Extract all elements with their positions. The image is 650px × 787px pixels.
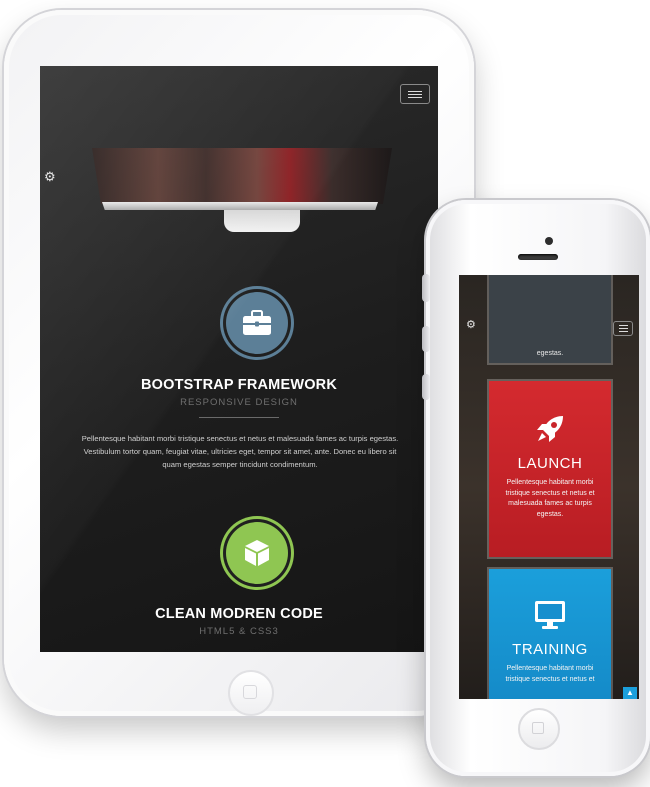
feature-subtitle: RESPONSIVE DESIGN (180, 397, 298, 408)
hero-monitor-image (92, 148, 392, 204)
divider (199, 417, 279, 418)
monitor-stand (224, 210, 300, 232)
mute-switch (422, 274, 430, 302)
feature-description: Pellentesque habitant morbi tristique se… (81, 434, 399, 469)
service-tile-launch[interactable]: LAUNCH Pellentesque habitant morbi trist… (489, 381, 611, 557)
tablet-device: ⚙ BOOTSTRAP FRAMEWORK RESPONSIVE DESIGN … (4, 10, 474, 716)
scroll-to-top-button[interactable]: ▲ (623, 687, 637, 699)
phone-speaker (518, 254, 558, 260)
gear-icon[interactable]: ⚙ (44, 170, 56, 183)
volume-down-button (422, 374, 430, 400)
tile-description: Pellentesque habitant morbi tristique se… (505, 479, 595, 518)
tablet-screen: ⚙ BOOTSTRAP FRAMEWORK RESPONSIVE DESIGN … (40, 66, 438, 652)
feature-subtitle: HTML5 & CSS3 (199, 626, 279, 637)
phone-device: egestas. LAUNCH Pellentesque habitant mo… (422, 200, 650, 776)
rocket-icon (533, 409, 567, 449)
feature-title: CLEAN MODREN CODE (155, 606, 323, 622)
cube-icon (226, 522, 288, 584)
briefcase-icon (226, 292, 288, 354)
monitor-bezel (102, 202, 378, 210)
volume-up-button (422, 326, 430, 352)
monitor-icon (533, 595, 567, 635)
phone-screen: egestas. LAUNCH Pellentesque habitant mo… (459, 275, 639, 699)
tablet-home-button[interactable] (228, 670, 274, 716)
service-tile-training[interactable]: TRAINING Pellentesque habitant morbi tri… (489, 569, 611, 699)
tile-description: Pellentesque habitant morbi tristique se… (505, 665, 595, 683)
tile-description: egestas. (536, 350, 564, 357)
feature-title: BOOTSTRAP FRAMEWORK (140, 377, 338, 393)
menu-toggle-button[interactable] (613, 321, 633, 336)
gear-icon[interactable]: ⚙ (466, 319, 476, 332)
phone-camera (545, 237, 553, 245)
service-tile: egestas. (489, 275, 611, 363)
phone-home-button[interactable] (518, 708, 560, 750)
tile-title: LAUNCH (517, 455, 583, 472)
tile-title: TRAINING (512, 641, 588, 658)
menu-toggle-button[interactable] (400, 84, 430, 104)
